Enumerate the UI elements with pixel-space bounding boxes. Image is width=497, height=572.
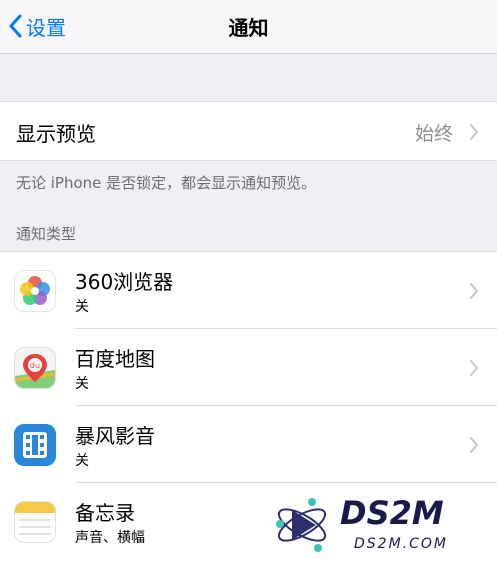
show-previews-label: 显示预览 xyxy=(16,122,96,146)
app-row-360-browser[interactable]: 360浏览器 关 xyxy=(0,252,497,329)
app-status: 声音、横幅 xyxy=(75,530,145,546)
app-row-baofeng-video[interactable]: 暴风影音 关 xyxy=(0,406,497,483)
app-status: 关 xyxy=(75,299,89,315)
app-status: 关 xyxy=(75,376,89,392)
navigation-bar: 设置 通知 xyxy=(0,0,497,54)
app-name: 备忘录 xyxy=(75,501,135,525)
chevron-right-icon xyxy=(470,437,478,453)
preview-footnote: 无论 iPhone 是否锁定，都会显示通知预览。 xyxy=(16,174,317,192)
chevron-right-icon xyxy=(470,283,478,299)
watermark-site-text: DS2M.COM xyxy=(354,536,448,552)
notes-icon xyxy=(14,501,56,543)
app-status: 关 xyxy=(75,453,89,469)
chevron-right-icon xyxy=(470,124,478,140)
baofeng-video-icon xyxy=(14,424,56,466)
360-browser-icon xyxy=(14,270,56,312)
app-name: 360浏览器 xyxy=(75,270,174,294)
app-row-baidu-maps[interactable]: du 百度地图 关 xyxy=(0,329,497,406)
baidu-maps-icon: du xyxy=(14,347,56,389)
show-previews-row[interactable]: 显示预览 始终 xyxy=(0,101,497,161)
ds2m-watermark: DS2M DS2M.COM xyxy=(272,490,494,559)
app-name: 百度地图 xyxy=(75,347,155,371)
svg-text:du: du xyxy=(30,361,40,370)
chevron-right-icon xyxy=(470,360,478,376)
atom-logo-icon xyxy=(276,498,327,552)
watermark-logo-text: DS2M xyxy=(340,494,444,532)
page-title: 通知 xyxy=(228,16,269,40)
app-name: 暴风影音 xyxy=(75,424,155,448)
show-previews-value: 始终 xyxy=(414,123,453,145)
section-header-notification-style: 通知类型 xyxy=(16,225,77,243)
